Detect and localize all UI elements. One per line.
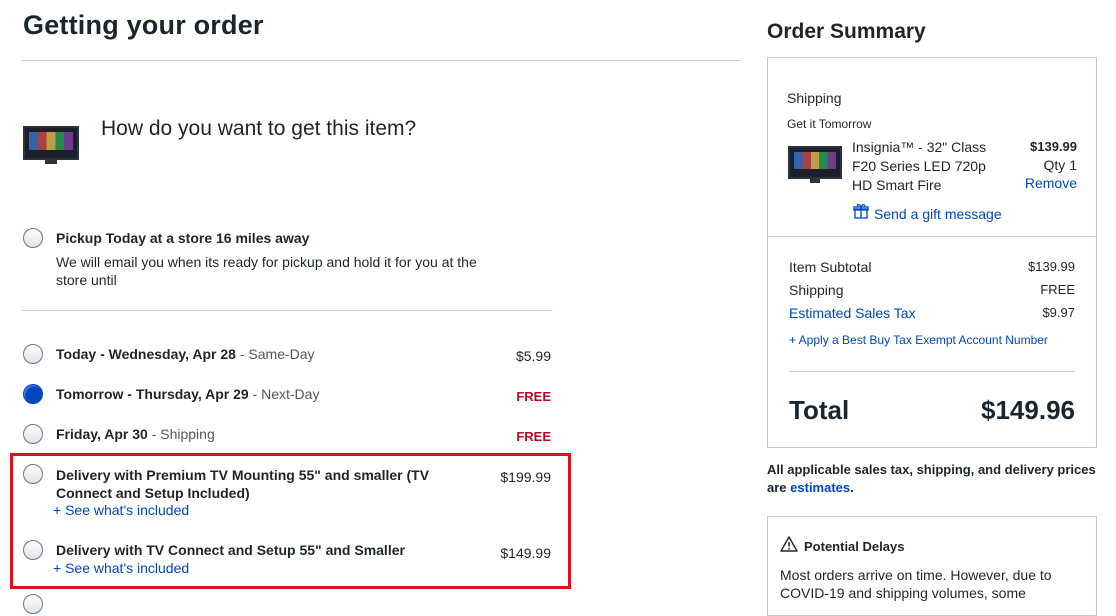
shipping-radio[interactable] [23, 424, 43, 444]
tax-exempt-link[interactable]: + Apply a Best Buy Tax Exempt Account Nu… [789, 333, 1048, 347]
tax-note: All applicable sales tax, shipping, and … [767, 462, 1096, 495]
estimates-link[interactable]: estimates [790, 480, 850, 495]
divider [22, 310, 552, 311]
summary-item-price: $139.99 [1030, 139, 1077, 154]
order-summary-title: Order Summary [767, 20, 926, 43]
shipping-label: Shipping [789, 282, 844, 298]
subtotal-label: Item Subtotal [789, 259, 872, 275]
gift-message-link[interactable]: Send a gift message [853, 203, 1002, 224]
gift-message-label: Send a gift message [874, 205, 1002, 222]
summary-item-name: Insignia™ - 32" Class F20 Series LED 720… [852, 139, 987, 193]
potential-delays-title: Potential Delays [804, 539, 905, 554]
option-shipping: Friday, Apr 30 - Shipping [56, 426, 215, 442]
same-day-radio[interactable] [23, 344, 43, 364]
potential-delays-text: Most orders arrive on time. However, due… [780, 567, 1052, 601]
divider [789, 371, 1075, 372]
sales-tax-value: $9.97 [1042, 305, 1075, 320]
potential-delays-header: Potential Delays [780, 536, 904, 557]
remove-link[interactable]: Remove [997, 175, 1077, 191]
option-same-day: Today - Wednesday, Apr 28 - Same-Day [56, 346, 315, 362]
order-summary-box [767, 57, 1097, 448]
pickup-description: We will email you when its ready for pic… [56, 254, 477, 288]
shipping-value: FREE [1040, 282, 1075, 297]
product-thumbnail [23, 126, 79, 164]
summary-product-thumbnail [788, 146, 842, 183]
warning-icon [780, 536, 798, 557]
gift-icon [853, 203, 869, 224]
page-title: Getting your order [23, 10, 264, 40]
divider [768, 236, 1096, 237]
option-same-day-price: $5.99 [515, 348, 551, 364]
sales-tax-link[interactable]: Estimated Sales Tax [789, 305, 916, 321]
option-next-day-price: FREE [516, 389, 551, 404]
summary-section-label: Shipping [787, 90, 842, 106]
divider [22, 60, 740, 61]
highlight-box [10, 453, 571, 589]
option-next-day: Tomorrow - Thursday, Apr 29 - Next-Day [56, 386, 320, 402]
delivery-estimate: Get it Tomorrow [787, 117, 872, 131]
pickup-radio[interactable] [23, 228, 43, 248]
pickup-title: Pickup Today at a store 16 miles away [56, 230, 310, 246]
total-value: $149.96 [981, 395, 1075, 425]
next-option-radio[interactable] [23, 594, 43, 614]
next-day-radio[interactable] [23, 384, 43, 404]
option-shipping-price: FREE [516, 429, 551, 444]
subtotal-value: $139.99 [1028, 259, 1075, 274]
summary-item-qty: Qty 1 [1043, 157, 1077, 173]
fulfillment-question: How do you want to get this item? [101, 117, 417, 140]
total-label: Total [789, 395, 850, 425]
